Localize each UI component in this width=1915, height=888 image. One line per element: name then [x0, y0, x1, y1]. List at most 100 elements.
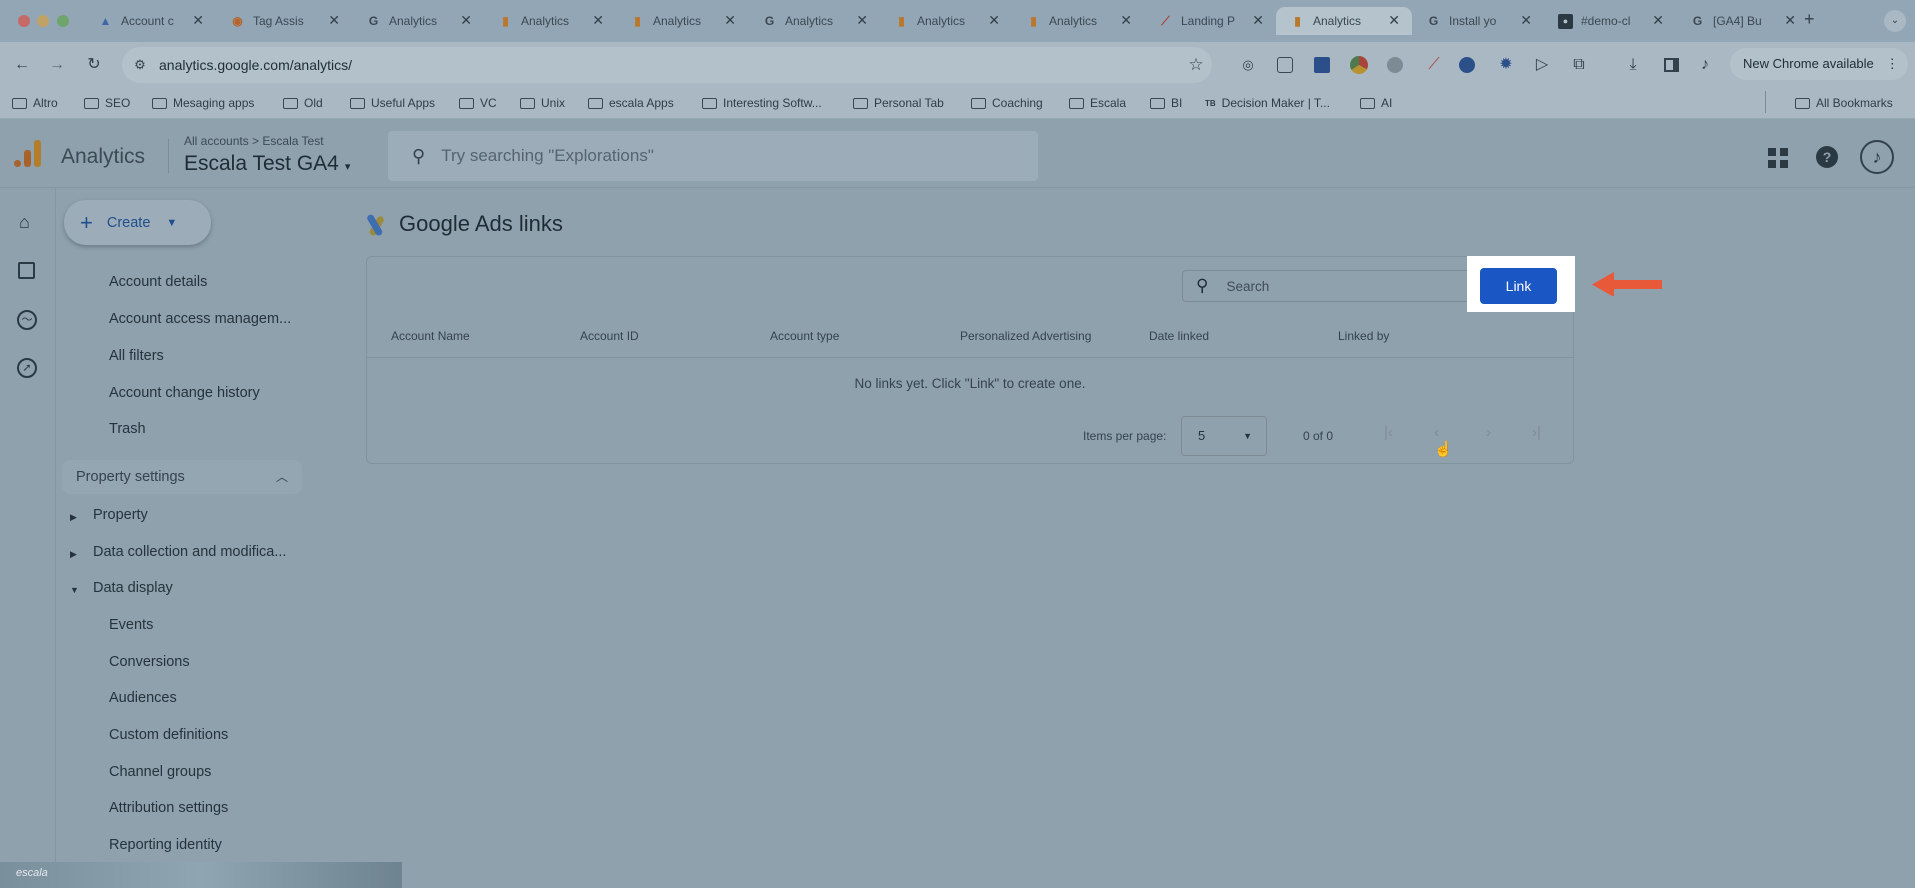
bookmark-folder[interactable]: Unix	[520, 94, 565, 112]
browser-tab-active[interactable]: ▮ Analytics ✕	[1276, 7, 1412, 35]
apps-grid-icon[interactable]	[1768, 148, 1788, 168]
table-search-input[interactable]: ⚲ Search	[1182, 270, 1472, 302]
expand-arrow-icon[interactable]: ▶	[70, 549, 77, 560]
nav-data-collection[interactable]: Data collection and modifica...	[93, 544, 286, 560]
bookmark-folder[interactable]: Useful Apps	[350, 94, 435, 112]
browser-tab[interactable]: ● #demo-cl ✕	[1544, 7, 1676, 35]
create-button[interactable]: + Create ▼	[64, 200, 211, 245]
browser-tab[interactable]: ⟋ Landing P ✕	[1144, 7, 1276, 35]
bookmark-folder[interactable]: Personal Tab	[853, 94, 944, 112]
close-tab-icon[interactable]: ✕	[1784, 12, 1796, 29]
bookmark-folder[interactable]: BI	[1150, 94, 1182, 112]
column-header-date-linked[interactable]: Date linked	[1149, 329, 1209, 343]
global-search[interactable]: ⚲ Try searching "Explorations"	[388, 131, 1038, 181]
close-tab-icon[interactable]: ✕	[592, 12, 604, 29]
nav-account-access[interactable]: Account access managem...	[109, 311, 291, 327]
extension-gear-icon[interactable]: ✹	[1494, 53, 1518, 77]
extension-play-icon[interactable]: ▷	[1530, 53, 1554, 77]
bookmark-folder[interactable]: Mesaging apps	[152, 94, 254, 112]
browser-tab[interactable]: G Install yo ✕	[1412, 7, 1544, 35]
nav-reporting-identity[interactable]: Reporting identity	[109, 837, 222, 853]
next-page-icon[interactable]: ›	[1486, 424, 1491, 441]
previous-page-icon[interactable]: ‹	[1434, 424, 1439, 441]
nav-channel-groups[interactable]: Channel groups	[109, 764, 211, 780]
link-button[interactable]: Link	[1480, 268, 1557, 304]
close-tab-icon[interactable]: ✕	[1652, 12, 1664, 29]
analytics-logo-icon[interactable]	[14, 138, 42, 172]
close-tab-icon[interactable]: ✕	[460, 12, 472, 29]
explore-icon[interactable]: 〜	[17, 310, 37, 330]
close-tab-icon[interactable]: ✕	[192, 12, 204, 29]
bookmark-folder[interactable]: Altro	[12, 94, 58, 112]
side-panel-icon[interactable]	[1664, 58, 1679, 72]
close-tab-icon[interactable]: ✕	[856, 12, 868, 29]
close-tab-icon[interactable]: ✕	[988, 12, 1000, 29]
nav-property[interactable]: Property	[93, 507, 148, 523]
property-selector[interactable]: Escala Test GA4 ▾	[184, 152, 350, 176]
forward-icon[interactable]: →	[45, 53, 69, 77]
nav-all-filters[interactable]: All filters	[109, 348, 164, 364]
nav-custom-definitions[interactable]: Custom definitions	[109, 727, 228, 743]
bookmark-link[interactable]: TB Decision Maker | T...	[1205, 94, 1330, 112]
bookmark-folder[interactable]: AI	[1360, 94, 1392, 112]
close-tab-icon[interactable]: ✕	[1120, 12, 1132, 29]
minimize-window-icon[interactable]	[37, 15, 49, 27]
browser-tab[interactable]: G Analytics ✕	[748, 7, 880, 35]
nav-trash[interactable]: Trash	[109, 421, 146, 437]
maximize-window-icon[interactable]	[57, 15, 69, 27]
extension-grammarly-icon[interactable]: ◎	[1236, 53, 1260, 77]
browser-tab[interactable]: ▮ Analytics ✕	[880, 7, 1012, 35]
close-tab-icon[interactable]: ✕	[1252, 12, 1264, 29]
nav-account-change-history[interactable]: Account change history	[109, 385, 260, 401]
all-bookmarks-button[interactable]: All Bookmarks	[1795, 94, 1893, 112]
nav-events[interactable]: Events	[109, 617, 153, 633]
browser-tab[interactable]: G [GA4] Bu ✕	[1676, 7, 1808, 35]
new-tab-button[interactable]: +	[1804, 9, 1815, 30]
extension-chart-icon[interactable]	[1314, 57, 1330, 73]
reports-icon[interactable]	[18, 262, 35, 279]
home-icon[interactable]: ⌂	[19, 212, 30, 233]
browser-tab[interactable]: ▲ Account c ✕	[84, 7, 216, 35]
help-icon[interactable]: ?	[1816, 146, 1838, 168]
browser-tab[interactable]: G Analytics ✕	[352, 7, 484, 35]
chrome-update-button[interactable]: New Chrome available ⋮	[1730, 48, 1908, 80]
browser-tab[interactable]: ▮ Analytics ✕	[1012, 7, 1144, 35]
breadcrumb-account[interactable]: Escala Test	[262, 134, 323, 148]
close-window-icon[interactable]	[18, 15, 30, 27]
chrome-extension-icon[interactable]	[1350, 56, 1368, 74]
bookmark-folder[interactable]: Old	[283, 94, 323, 112]
bookmark-star-icon[interactable]: ☆	[1184, 53, 1208, 77]
profile-avatar-icon[interactable]: ♪	[1693, 53, 1717, 77]
download-icon[interactable]: ⤓	[1621, 53, 1645, 77]
expand-arrow-icon[interactable]: ▶	[70, 512, 77, 523]
advertising-icon[interactable]: ➚	[17, 358, 37, 378]
extensions-puzzle-icon[interactable]: ⧉	[1567, 53, 1591, 77]
extension-frame-icon[interactable]	[1277, 57, 1293, 73]
nav-data-display[interactable]: Data display	[93, 580, 173, 596]
first-page-icon[interactable]: |‹	[1384, 424, 1393, 441]
bookmark-folder[interactable]: escala Apps	[588, 94, 674, 112]
nav-audiences[interactable]: Audiences	[109, 690, 177, 706]
nav-account-details[interactable]: Account details	[109, 274, 207, 290]
bookmark-folder[interactable]: VC	[459, 94, 497, 112]
account-avatar[interactable]: ♪	[1860, 140, 1894, 174]
column-header-personalized-advertising[interactable]: Personalized Advertising	[960, 329, 1091, 343]
property-settings-section[interactable]: Property settings ︿	[62, 460, 302, 494]
bookmark-folder[interactable]: SEO	[84, 94, 130, 112]
collapse-arrow-icon[interactable]: ▼	[70, 585, 79, 595]
more-options-icon[interactable]: ⋮	[1886, 56, 1899, 71]
last-page-icon[interactable]: ›|	[1532, 424, 1541, 441]
url-text[interactable]: analytics.google.com/analytics/	[159, 57, 352, 73]
nav-conversions[interactable]: Conversions	[109, 654, 190, 670]
close-tab-icon[interactable]: ✕	[724, 12, 736, 29]
close-tab-icon[interactable]: ✕	[1388, 12, 1400, 29]
breadcrumb[interactable]: All accounts > Escala Test	[184, 134, 324, 148]
browser-tab[interactable]: ▮ Analytics ✕	[616, 7, 748, 35]
extension-password-icon[interactable]	[1459, 57, 1475, 73]
breadcrumb-root[interactable]: All accounts	[184, 134, 249, 148]
items-per-page-select[interactable]: 5 ▼	[1181, 416, 1267, 456]
tab-search-chevron-icon[interactable]: ⌄	[1884, 10, 1906, 32]
column-header-linked-by[interactable]: Linked by	[1338, 329, 1389, 343]
site-info-icon[interactable]: ⚙	[128, 53, 152, 77]
bookmark-folder[interactable]: Interesting Softw...	[702, 94, 822, 112]
